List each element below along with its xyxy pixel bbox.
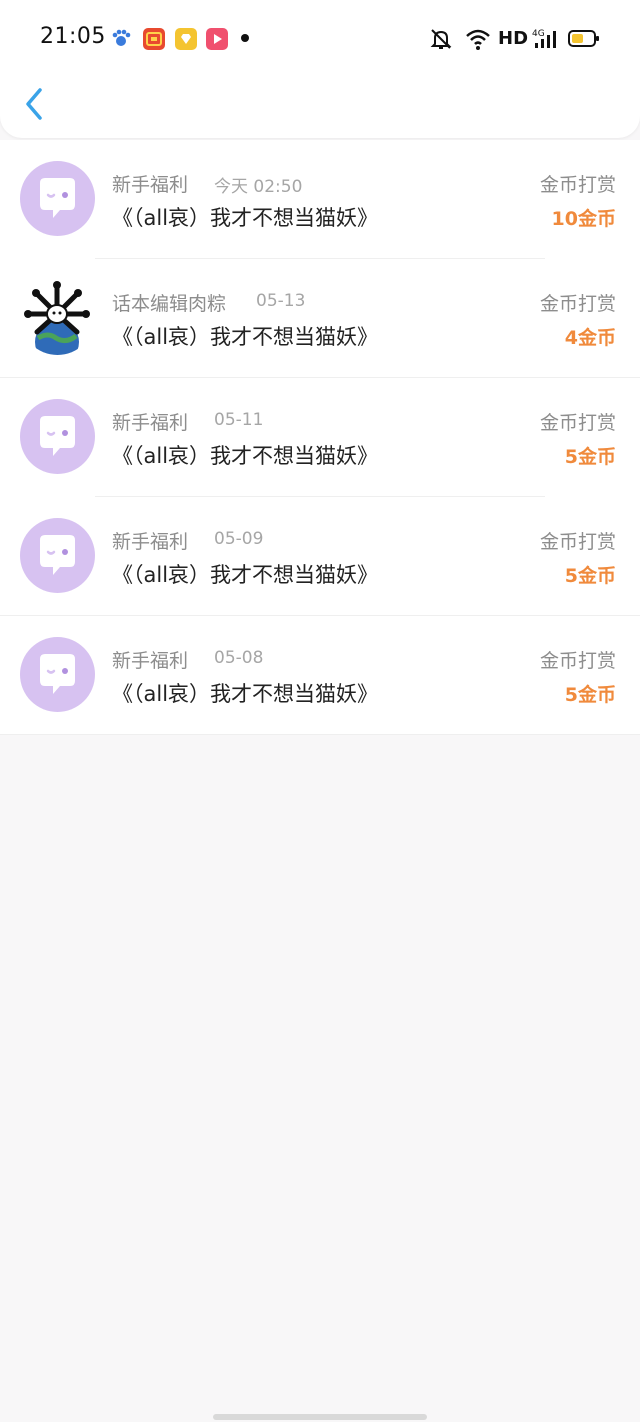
book-title: 《（all哀）我才不想当猫妖》: [112, 325, 379, 349]
reward-type-label: 金币打赏: [539, 174, 616, 196]
message-date: 05-08: [214, 648, 264, 668]
sender-name: 新手福利: [112, 650, 189, 672]
message-date: 今天 02:50: [214, 177, 303, 197]
message-date: 05-11: [214, 410, 264, 430]
wifi-icon: [464, 26, 492, 56]
reward-message-list: 新手福利 今天 02:50 《（all哀）我才不想当猫妖》 金币打赏 10金币: [0, 140, 640, 735]
battery-icon: [568, 29, 600, 53]
svg-text:4G: 4G: [532, 29, 545, 39]
mute-icon: [428, 26, 454, 56]
book-title: 《（all哀）我才不想当猫妖》: [112, 563, 379, 587]
more-notifications-dot: [241, 34, 249, 42]
book-title: 《（all哀）我才不想当猫妖》: [112, 206, 379, 230]
reward-amount: 5金币: [564, 684, 616, 706]
diamond-app-icon: [175, 28, 197, 50]
list-item[interactable]: 话本编辑肉粽 05-13 《（all哀）我才不想当猫妖》 金币打赏 4金币: [0, 259, 640, 378]
list-item[interactable]: 新手福利 今天 02:50 《（all哀）我才不想当猫妖》 金币打赏 10金币: [0, 140, 640, 259]
network-type-label: HD: [498, 28, 529, 49]
reward-amount: 5金币: [564, 565, 616, 587]
chat-bubble-icon: [20, 518, 95, 593]
reward-amount: 10金币: [551, 208, 616, 230]
sender-name: 新手福利: [112, 531, 189, 553]
list-item[interactable]: 新手福利 05-09 《（all哀）我才不想当猫妖》 金币打赏 5金币: [0, 497, 640, 616]
book-title: 《（all哀）我才不想当猫妖》: [112, 444, 379, 468]
chat-bubble-icon: [20, 161, 95, 236]
user-avatar: [20, 280, 95, 355]
reward-type-label: 金币打赏: [539, 293, 616, 315]
list-item[interactable]: 新手福利 05-08 《（all哀）我才不想当猫妖》 金币打赏 5金币: [0, 616, 640, 735]
reward-type-label: 金币打赏: [539, 650, 616, 672]
top-bar: 21:05 HD 4G: [0, 0, 640, 138]
sender-name: 新手福利: [112, 412, 189, 434]
chat-bubble-icon: [20, 399, 95, 474]
chevron-left-icon: [26, 88, 42, 120]
list-item[interactable]: 新手福利 05-11 《（all哀）我才不想当猫妖》 金币打赏 5金币: [0, 378, 640, 497]
reward-amount: 4金币: [564, 327, 616, 349]
message-date: 05-09: [214, 529, 264, 549]
home-indicator[interactable]: [213, 1414, 427, 1420]
video-app-icon: [206, 28, 228, 50]
divider: [0, 734, 640, 735]
reward-type-label: 金币打赏: [539, 412, 616, 434]
message-date: 05-13: [256, 291, 306, 311]
cellular-signal-icon: 4G: [532, 26, 560, 56]
book-title: 《（all哀）我才不想当猫妖》: [112, 682, 379, 706]
sender-name: 话本编辑肉粽: [112, 293, 227, 315]
reward-type-label: 金币打赏: [539, 531, 616, 553]
status-bar: 21:05 HD 4G: [0, 0, 640, 78]
status-time: 21:05: [40, 24, 106, 49]
reward-amount: 5金币: [564, 446, 616, 468]
chat-bubble-icon: [20, 637, 95, 712]
shop-app-icon: [143, 28, 165, 50]
sender-name: 新手福利: [112, 174, 189, 196]
paw-app-icon: [110, 28, 132, 50]
back-button[interactable]: [16, 82, 56, 126]
